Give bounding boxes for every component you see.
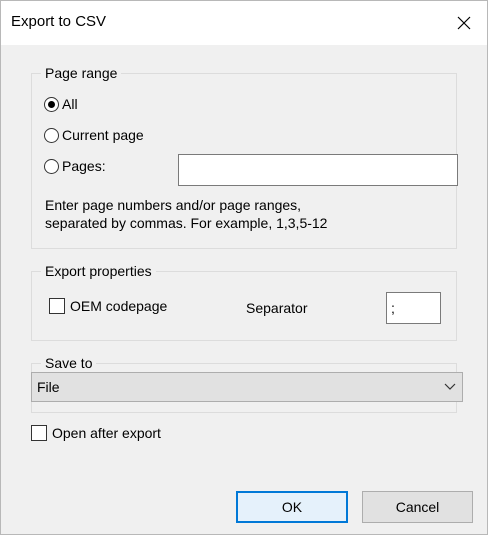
export-to-csv-dialog: Export to CSV Page range All Current pag… xyxy=(0,0,488,535)
radio-pages-label: Pages: xyxy=(62,158,106,174)
oem-codepage-checkbox-row[interactable]: OEM codepage xyxy=(49,298,167,314)
oem-codepage-checkbox[interactable] xyxy=(49,298,65,314)
pages-input[interactable] xyxy=(178,154,458,186)
cancel-button-label: Cancel xyxy=(395,499,440,515)
open-after-export-row[interactable]: Open after export xyxy=(31,425,161,441)
radio-pages[interactable]: Pages: xyxy=(44,158,106,174)
radio-current-page-indicator[interactable] xyxy=(44,127,59,143)
page-range-hint-line-2: separated by commas. For example, 1,3,5-… xyxy=(45,215,328,231)
page-range-legend: Page range xyxy=(41,65,122,81)
dialog-body: Page range All Current page Pages: Enter… xyxy=(1,45,487,534)
save-to-group: Save to File xyxy=(31,355,463,413)
close-icon xyxy=(457,16,471,30)
radio-all-label: All xyxy=(62,96,78,112)
open-after-export-label: Open after export xyxy=(52,425,161,441)
radio-current-page[interactable]: Current page xyxy=(44,127,144,143)
radio-all-indicator[interactable] xyxy=(44,96,59,112)
export-properties-group: Export properties OEM codepage Separator xyxy=(31,263,457,341)
close-button[interactable] xyxy=(441,1,487,45)
page-range-group: Page range All Current page Pages: Enter… xyxy=(31,65,458,249)
ok-button[interactable]: OK xyxy=(236,491,348,523)
dropdown-arrow[interactable] xyxy=(438,383,462,391)
save-to-selected-value: File xyxy=(37,379,60,395)
radio-pages-indicator[interactable] xyxy=(44,158,59,174)
oem-codepage-label: OEM codepage xyxy=(70,298,168,314)
ok-button-label: OK xyxy=(281,499,303,515)
separator-input[interactable] xyxy=(386,292,441,324)
page-range-hint-line-1: Enter page numbers and/or page ranges, xyxy=(45,197,302,213)
page-range-hint: Enter page numbers and/or page ranges, s… xyxy=(45,196,327,232)
save-to-select[interactable]: File xyxy=(31,372,463,402)
radio-current-page-label: Current page xyxy=(62,127,144,143)
open-after-export-checkbox[interactable] xyxy=(31,425,47,441)
export-properties-legend: Export properties xyxy=(41,263,156,279)
dialog-title: Export to CSV xyxy=(11,13,107,30)
title-bar: Export to CSV xyxy=(1,1,487,45)
cancel-button[interactable]: Cancel xyxy=(362,491,473,523)
chevron-down-icon xyxy=(444,383,456,390)
radio-all[interactable]: All xyxy=(44,96,78,112)
save-to-legend: Save to xyxy=(41,355,97,371)
separator-label: Separator xyxy=(246,300,308,316)
